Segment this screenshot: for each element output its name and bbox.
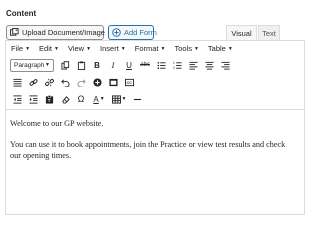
chevron-down-icon: ▼: [160, 45, 166, 52]
format-select-value: Paragraph: [14, 61, 45, 69]
chevron-down-icon: ▼: [53, 45, 59, 52]
italic-icon[interactable]: I: [106, 58, 120, 72]
clear-format-icon[interactable]: [58, 92, 72, 106]
chevron-down-icon: ▼: [45, 62, 50, 68]
content-paragraph: Welcome to our GP website.: [10, 119, 104, 128]
bold-icon[interactable]: B: [90, 58, 104, 72]
underline-icon[interactable]: U: [122, 58, 136, 72]
menu-format[interactable]: Format ▼: [135, 44, 166, 53]
svg-text:CC: CC: [126, 81, 132, 85]
toolbar-row-2: CC: [10, 75, 138, 89]
tab-visual[interactable]: Visual: [226, 25, 257, 41]
chevron-down-icon: ▼: [120, 45, 126, 52]
menu-label: File: [11, 44, 24, 53]
editor: File ▼ Edit ▼ View ▼ Insert ▼ Format ▼ Tools ▼…: [5, 40, 305, 215]
menu-insert[interactable]: Insert ▼: [100, 44, 126, 53]
menu-label: Insert: [100, 44, 119, 53]
menu-tools[interactable]: Tools ▼: [174, 44, 198, 53]
svg-text:T: T: [47, 98, 50, 103]
copy-icon[interactable]: [58, 58, 72, 72]
editor-content[interactable]: Welcome to our GP website. You can use i…: [10, 118, 292, 171]
cc-icon[interactable]: CC: [122, 75, 136, 89]
add-icon[interactable]: [90, 75, 104, 89]
omega-icon[interactable]: Ω: [74, 92, 88, 106]
svg-text:2: 2: [173, 66, 175, 70]
section-title: Content: [6, 9, 37, 18]
paste-icon[interactable]: [74, 58, 88, 72]
link-icon[interactable]: [26, 75, 40, 89]
chevron-down-icon: ▼: [25, 45, 31, 52]
editor-toolbar: File ▼ Edit ▼ View ▼ Insert ▼ Format ▼ Tools ▼…: [6, 41, 304, 110]
fullscreen-icon[interactable]: [106, 75, 120, 89]
upload-button-label: Upload Document/Image: [22, 28, 105, 37]
menu-label: Table: [207, 44, 226, 53]
outdent-icon[interactable]: [10, 92, 24, 106]
menu-label: Format: [134, 44, 159, 53]
unlink-icon[interactable]: [42, 75, 56, 89]
content-paragraph: You can use it to book appointments, joi…: [10, 140, 286, 160]
align-center-icon[interactable]: [202, 58, 216, 72]
horizontal-line-icon[interactable]: [130, 92, 144, 106]
menu-file[interactable]: File ▼: [11, 44, 30, 53]
format-select[interactable]: Paragraph ▼: [10, 58, 54, 72]
align-right-icon[interactable]: [218, 58, 232, 72]
strikethrough-icon[interactable]: abc: [138, 58, 152, 72]
menu-label: Edit: [39, 44, 52, 53]
indent-icon[interactable]: [26, 92, 40, 106]
undo-icon[interactable]: [58, 75, 72, 89]
menu-view[interactable]: View ▼: [68, 44, 91, 53]
upload-document-button[interactable]: Upload Document/Image: [6, 25, 105, 40]
add-form-label: Add Form: [124, 28, 157, 37]
redo-icon[interactable]: [74, 75, 88, 89]
svg-text:1: 1: [173, 61, 175, 65]
paste-text-icon[interactable]: T: [42, 92, 56, 106]
add-form-button[interactable]: Add Form: [108, 25, 157, 40]
align-left-icon[interactable]: [186, 58, 200, 72]
menu-table[interactable]: Table ▼: [208, 44, 233, 53]
chevron-down-icon: ▼: [227, 45, 233, 52]
tab-text[interactable]: Text: [258, 25, 280, 41]
editor-menubar: File ▼ Edit ▼ View ▼ Insert ▼ Format ▼ Tools ▼…: [11, 44, 233, 53]
media-icon: [10, 28, 19, 36]
menu-label: Tools: [174, 44, 192, 53]
chevron-down-icon: ▼: [193, 45, 199, 52]
toolbar-row-1: Paragraph ▼ B I U abc 12: [10, 58, 234, 72]
numbered-list-icon[interactable]: 12: [170, 58, 184, 72]
table-icon[interactable]: ▼: [110, 92, 128, 106]
bullet-list-icon[interactable]: [154, 58, 168, 72]
add-icon: [112, 28, 121, 37]
align-justify-icon[interactable]: [10, 75, 24, 89]
menu-edit[interactable]: Edit ▼: [39, 44, 59, 53]
toolbar-row-3: T Ω A ▼ ▼: [10, 92, 146, 106]
menu-label: View: [67, 44, 85, 53]
chevron-down-icon: ▼: [86, 45, 92, 52]
text-color-icon[interactable]: A ▼: [90, 92, 108, 106]
